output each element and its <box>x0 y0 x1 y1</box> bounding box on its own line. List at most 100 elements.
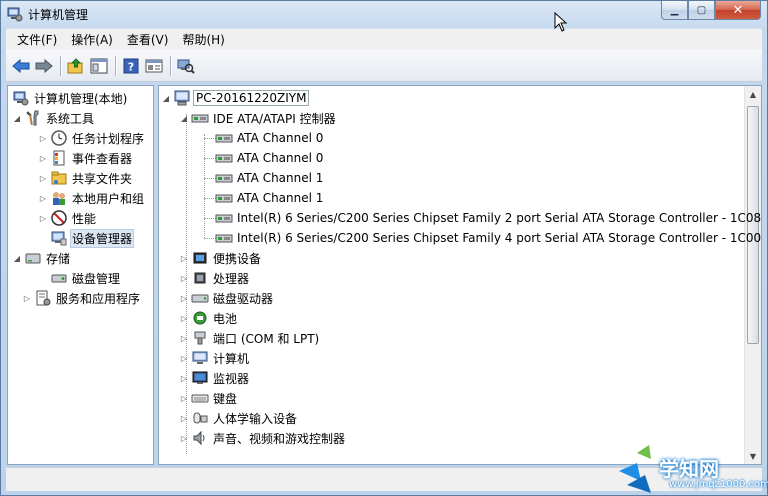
tree-item-ide-device[interactable]: Intel(R) 6 Series/C200 Series Chipset Fa… <box>213 228 762 248</box>
help-icon: ? <box>123 58 139 73</box>
battery-icon <box>191 309 209 327</box>
menu-help[interactable]: 帮助(H) <box>175 29 231 51</box>
ide-device-icon <box>215 129 233 147</box>
tree-item-device-category[interactable]: ▷ 电池 <box>179 308 239 328</box>
tree-item-device-category[interactable]: ▷ 声音、视频和游戏控制器 <box>179 428 347 448</box>
tree-item-label: 人体学输入设备 <box>213 411 298 426</box>
console-tree-icon <box>90 58 108 73</box>
tree-item-label: 磁盘管理 <box>72 271 121 286</box>
tree-item-device-category[interactable]: ▷ 处理器 <box>179 268 251 288</box>
tree-item-shared-folders[interactable]: ▷ 共享文件夹 <box>38 168 134 188</box>
tree-item-ide-device[interactable]: ATA Channel 1 <box>213 188 325 208</box>
collapse-arrow-icon[interactable]: ◢ <box>161 88 171 108</box>
ide-device-icon <box>215 189 233 207</box>
window-title: 计算机管理 <box>28 8 89 22</box>
port-icon <box>191 329 209 347</box>
tree-item-computer-root[interactable]: ◢ PC-20161220ZIYM <box>161 88 310 108</box>
menu-view[interactable]: 查看(V) <box>120 29 176 51</box>
watermark-url: www.jmqz1000.com <box>669 479 768 490</box>
minimize-button[interactable]: ▁ <box>661 1 688 20</box>
scroll-up-arrow-icon[interactable]: ▲ <box>745 86 761 102</box>
toolbar-separator <box>115 55 116 76</box>
storage-icon <box>24 249 42 267</box>
expand-arrow-icon[interactable]: ▷ <box>179 268 189 288</box>
expand-arrow-icon[interactable]: ▷ <box>179 368 189 388</box>
show-hide-tree-button[interactable] <box>88 55 110 77</box>
tools-icon <box>24 109 42 127</box>
title-bar[interactable]: 计算机管理 ▁ ▢ ✕ <box>1 1 767 27</box>
console-tree-pane: 计算机管理(本地) ◢ 系统工具 ▷ 任务计划程序 ▷ 事件查看器 ▷ 共享文件… <box>7 85 154 465</box>
tree-item-device-category[interactable]: ▷ 端口 (COM 和 LPT) <box>179 328 321 348</box>
expand-arrow-icon[interactable]: ▷ <box>22 288 32 308</box>
ide-controller-icon <box>191 109 209 127</box>
forward-button[interactable] <box>33 55 55 77</box>
tree-item-device-category[interactable]: ▷ 磁盘驱动器 <box>179 288 275 308</box>
tree-item-label: ATA Channel 1 <box>237 171 324 185</box>
tree-item-performance[interactable]: ▷ 性能 <box>38 208 98 228</box>
tree-item-device-category[interactable]: ▷ 便携设备 <box>179 248 263 268</box>
up-level-button[interactable] <box>65 55 87 77</box>
close-button[interactable]: ✕ <box>715 1 761 20</box>
tree-item-ide-controllers[interactable]: ◢ IDE ATA/ATAPI 控制器 <box>179 108 338 128</box>
expand-arrow-icon[interactable]: ▷ <box>179 408 189 428</box>
tree-item-ide-device[interactable]: ATA Channel 0 <box>213 128 325 148</box>
expand-arrow-icon[interactable]: ▷ <box>179 328 189 348</box>
expand-arrow-icon[interactable]: ▷ <box>38 128 48 148</box>
tree-item-local-users-groups[interactable]: ▷ 本地用户和组 <box>38 188 146 208</box>
vertical-scrollbar[interactable]: ▲ ▼ <box>744 86 761 464</box>
collapse-arrow-icon[interactable]: ◢ <box>12 108 22 128</box>
tree-item-device-category[interactable]: ▷ 监视器 <box>179 368 251 388</box>
expand-arrow-icon[interactable]: ▷ <box>179 388 189 408</box>
tree-item-disk-management[interactable]: 磁盘管理 <box>48 268 122 288</box>
back-arrow-icon <box>12 58 30 73</box>
tree-item-label: 电池 <box>213 311 238 326</box>
expand-arrow-icon[interactable]: ▷ <box>179 308 189 328</box>
expand-arrow-icon[interactable]: ▷ <box>179 348 189 368</box>
tree-item-label: 便携设备 <box>213 251 262 266</box>
folder-up-icon <box>67 57 83 73</box>
keyboard-icon <box>191 389 209 407</box>
tree-item-label: Intel(R) 6 Series/C200 Series Chipset Fa… <box>237 231 762 245</box>
toolbar-separator <box>60 55 61 76</box>
expand-arrow-icon[interactable]: ▷ <box>38 208 48 228</box>
tree-item-system-tools[interactable]: ◢ 系统工具 <box>12 108 96 128</box>
tree-item-task-scheduler[interactable]: ▷ 任务计划程序 <box>38 128 146 148</box>
computer-name-label: PC-20161220ZIYM <box>193 90 310 106</box>
help-button[interactable]: ? <box>120 55 142 77</box>
tree-item-ide-device[interactable]: ATA Channel 0 <box>213 148 325 168</box>
tree-item-ide-device[interactable]: ATA Channel 1 <box>213 168 325 188</box>
collapse-arrow-icon[interactable]: ◢ <box>179 108 189 128</box>
tree-item-device-category[interactable]: ▷ 键盘 <box>179 388 239 408</box>
expand-arrow-icon[interactable]: ▷ <box>179 248 189 268</box>
computer-icon <box>191 349 209 367</box>
scan-hardware-icon <box>177 59 195 74</box>
maximize-icon: ▢ <box>696 4 707 16</box>
tree-item-computer-management[interactable]: 计算机管理(本地) <box>10 88 129 108</box>
maximize-button[interactable]: ▢ <box>688 1 715 20</box>
collapse-arrow-icon[interactable]: ◢ <box>12 248 22 268</box>
tree-item-event-viewer[interactable]: ▷ 事件查看器 <box>38 148 134 168</box>
tree-connector-line <box>204 134 205 238</box>
back-button[interactable] <box>10 55 32 77</box>
expand-arrow-icon[interactable]: ▷ <box>38 168 48 188</box>
tree-item-device-category[interactable]: ▷ 计算机 <box>179 348 251 368</box>
computer-management-icon <box>12 89 30 107</box>
tree-item-storage[interactable]: ◢ 存储 <box>12 248 72 268</box>
mouse-cursor-icon <box>554 12 568 32</box>
tree-item-label: 共享文件夹 <box>72 171 133 186</box>
expand-arrow-icon[interactable]: ▷ <box>38 188 48 208</box>
watermark-text: 学知网 <box>659 457 719 481</box>
tree-item-services-applications[interactable]: ▷ 服务和应用程序 <box>22 288 142 308</box>
expand-arrow-icon[interactable]: ▷ <box>179 288 189 308</box>
tree-item-ide-device[interactable]: Intel(R) 6 Series/C200 Series Chipset Fa… <box>213 208 761 228</box>
tree-item-device-manager[interactable]: 设备管理器 <box>48 228 135 248</box>
menu-file[interactable]: 文件(F) <box>10 29 64 51</box>
scan-hardware-button[interactable] <box>175 55 197 77</box>
expand-arrow-icon[interactable]: ▷ <box>179 428 189 448</box>
device-manager-icon <box>50 229 68 247</box>
menu-action[interactable]: 操作(A) <box>64 29 120 51</box>
tree-item-device-category[interactable]: ▷ 人体学输入设备 <box>179 408 299 428</box>
properties-button[interactable] <box>143 55 165 77</box>
expand-arrow-icon[interactable]: ▷ <box>38 148 48 168</box>
monitor-icon <box>191 369 209 387</box>
